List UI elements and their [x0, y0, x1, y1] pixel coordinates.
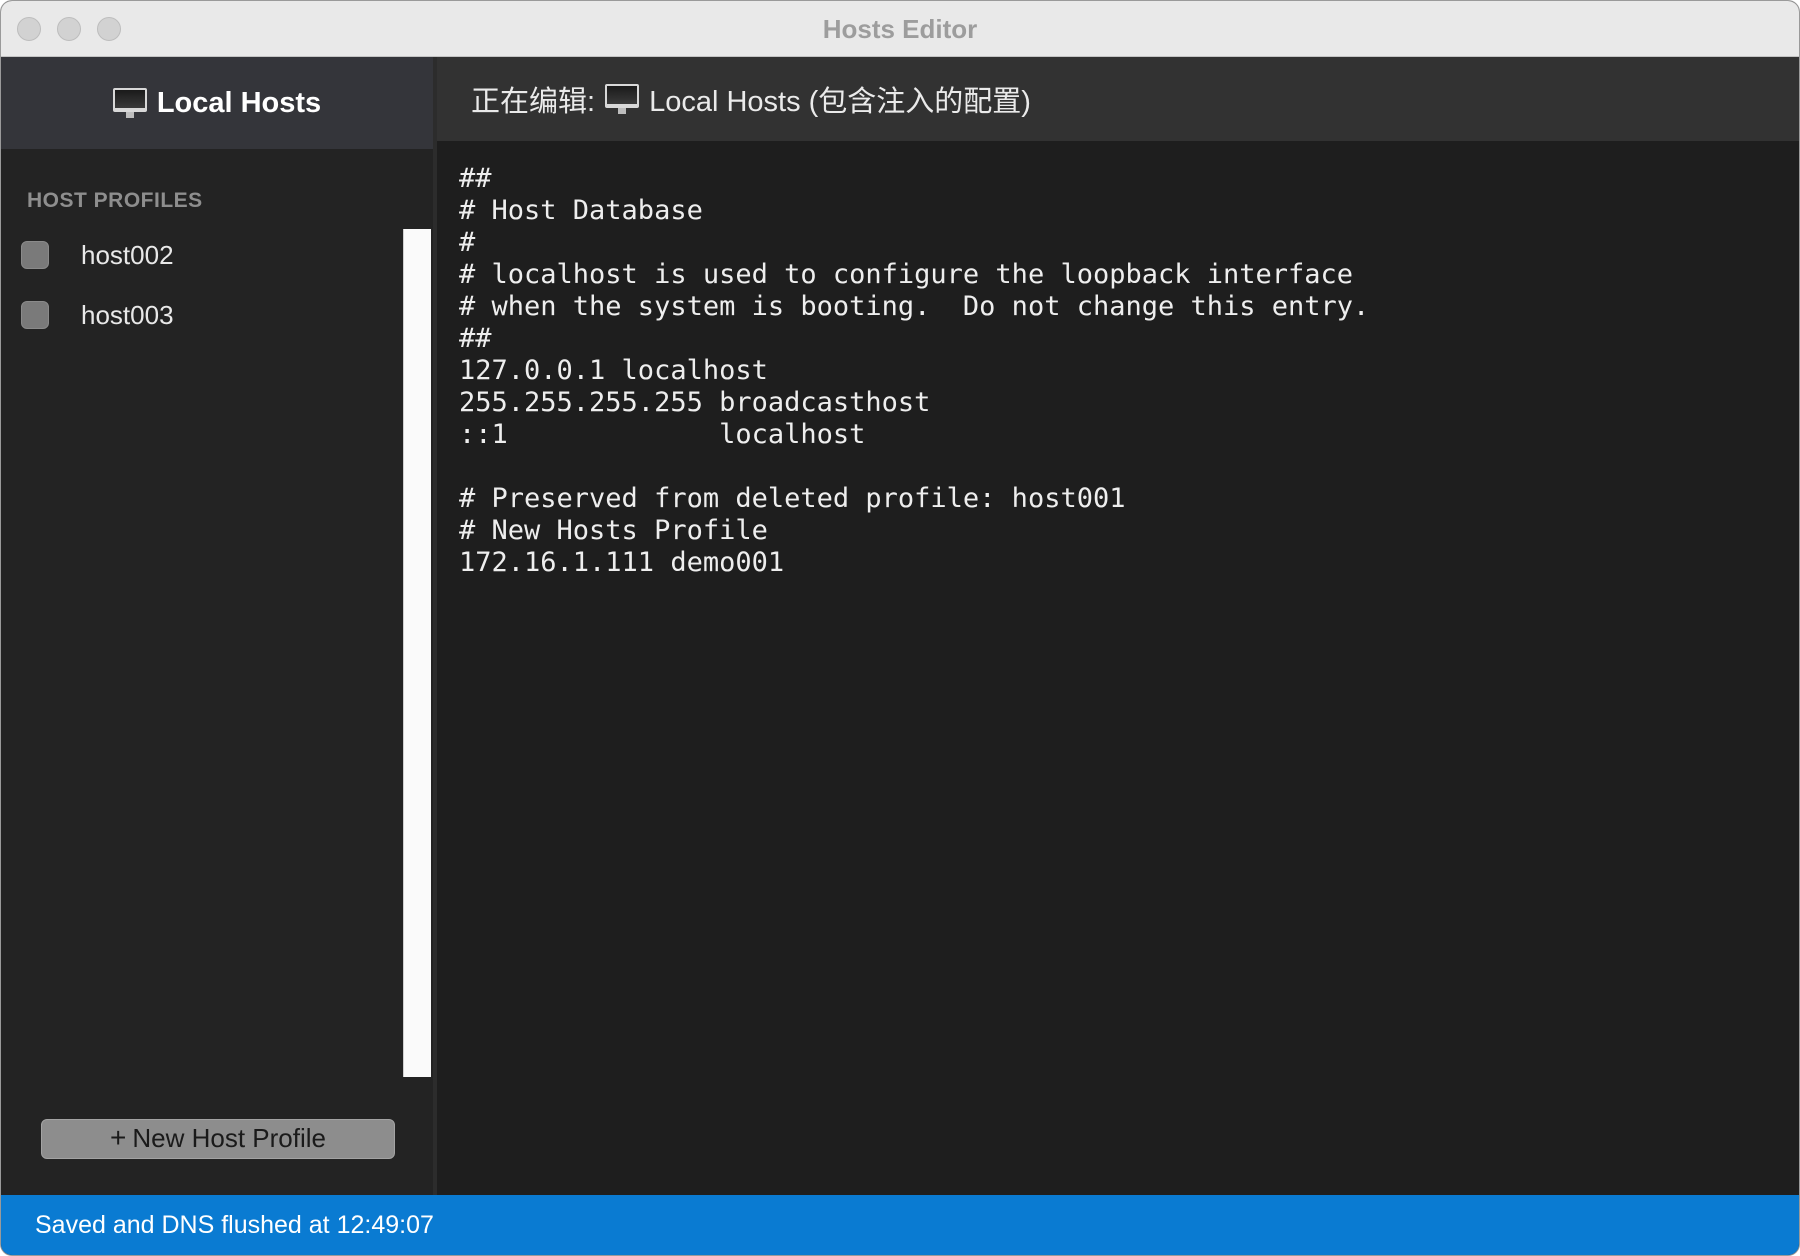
- profile-item-host003[interactable]: host003: [1, 285, 401, 345]
- new-host-profile-label: New Host Profile: [132, 1123, 326, 1153]
- profile-name: host003: [81, 299, 174, 330]
- profile-list: host002 host003: [1, 225, 401, 345]
- profile-enable-checkbox[interactable]: [21, 301, 49, 329]
- monitor-icon: [605, 84, 640, 114]
- sidebar-header-local-hosts[interactable]: Local Hosts: [1, 57, 433, 149]
- status-message: Saved and DNS flushed at 12:49:07: [35, 1211, 434, 1239]
- sidebar-scrollbar[interactable]: [403, 229, 431, 1077]
- profile-name: host002: [81, 239, 174, 270]
- plus-icon: +: [110, 1122, 127, 1153]
- new-host-profile-button[interactable]: + New Host Profile: [41, 1119, 395, 1159]
- hosts-text-editor[interactable]: ## # Host Database # # localhost is used…: [437, 141, 1799, 1195]
- sidebar: Local Hosts HOST PROFILES host002 host00…: [1, 57, 433, 1195]
- hosts-file-content[interactable]: ## # Host Database # # localhost is used…: [459, 163, 1369, 579]
- sidebar-header-title: Local Hosts: [156, 86, 322, 119]
- title-bar: Hosts Editor: [1, 1, 1799, 57]
- status-bar: Saved and DNS flushed at 12:49:07: [1, 1195, 1799, 1255]
- window-title: Hosts Editor: [822, 14, 978, 44]
- profile-item-host002[interactable]: host002: [1, 225, 401, 285]
- app-window: Hosts Editor Local Hosts HOST PROFILES h…: [0, 0, 1800, 1256]
- editor-header: 正在编辑: Local Hosts (包含注入的配置): [437, 57, 1799, 141]
- monitor-icon: [112, 88, 147, 118]
- profile-enable-checkbox[interactable]: [21, 241, 49, 269]
- host-profiles-section-label: HOST PROFILES: [27, 189, 203, 212]
- editing-prefix: 正在编辑:: [471, 86, 596, 118]
- editing-target: Local Hosts (包含注入的配置): [649, 86, 1031, 118]
- editing-label: 正在编辑: Local Hosts (包含注入的配置): [471, 78, 1031, 120]
